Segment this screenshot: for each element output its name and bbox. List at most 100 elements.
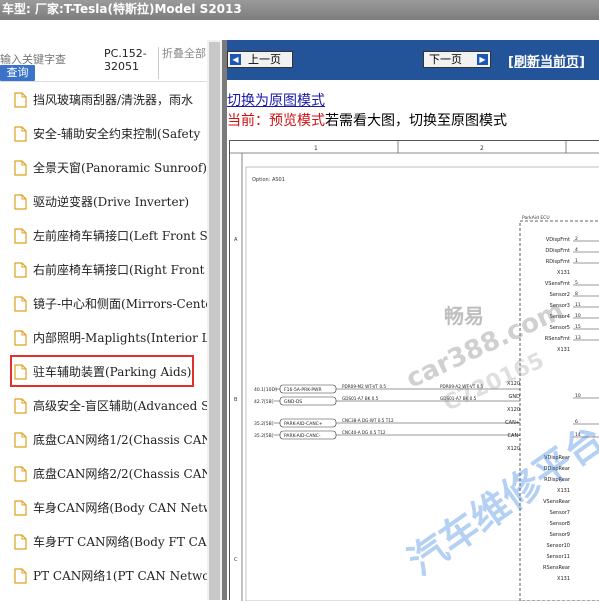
document-icon [14,92,27,108]
wire-ref: 40.1[10D] [254,387,277,393]
wire-label: CNC38-A DG-WT 0.5 T12 [342,418,394,423]
next-page-button[interactable]: 下一页 ▶ [423,51,491,68]
pin-name: DDispFmt [545,248,570,254]
option-label: Option: AS01 [252,177,285,183]
tree-item[interactable]: 内部照明-Maplights(Interior Li [0,322,207,355]
left-toolbar: 查询 PC.152-32051 折叠全部 [0,20,222,82]
tree-item-label: PT CAN网络1(PT CAN Network [33,569,207,583]
tree-item-label: 镜子-中心和侧面(Mirrors-Cente [33,297,207,311]
pin-name: CAN- [508,433,521,439]
document-icon [14,466,27,482]
pin-name: X131 [557,576,570,582]
switch-original-link[interactable]: 切换为原图模式 [227,90,325,110]
document-icon [14,432,27,448]
tree-item-label: 右前座椅车辆接口(Right Front [33,263,205,277]
pin-name: GND [509,394,521,400]
tree-item-label: 内部照明-Maplights(Interior Li [33,331,207,345]
tree-item[interactable]: 挡风玻璃雨刮器/清洗器，雨水 [0,84,207,117]
wire-box-label: GND-DS [284,399,302,405]
query-button[interactable]: 查询 [0,65,35,81]
document-icon [14,296,27,312]
column-label: 2 [480,145,484,152]
document-icon [14,534,27,550]
tree-item-label: 左前座椅车辆接口(Left Front S [33,229,207,243]
document-icon [14,126,27,142]
pin-name: Sensor8 [550,521,570,527]
pin-name: X131 [557,347,570,353]
tree-item[interactable]: 车身FT CAN网络(Body FT CA [0,526,207,559]
document-icon [14,228,27,244]
pin-name: Sensor10 [546,543,570,549]
wire-ref: 35.2[5B] [254,433,274,439]
tree-item-label: 全景天窗(Panoramic Sunroof) [33,161,207,175]
tree-item-label: 车身CAN网络(Body CAN Netw [33,501,207,515]
wire-label: CNC40-A DG 0.5 T12 [342,430,386,435]
wire-box-label: F16-5A-PRK-PWR [284,387,322,393]
selected-item-highlight [10,355,194,387]
window-title: 车型: 厂家:T-Tesla(特斯拉)Model S2013 [2,2,242,16]
tree-scrollbar-thumb[interactable] [209,42,220,600]
tree-item-label: 驱动逆变器(Drive Inverter) [33,195,190,209]
tree-item-label: 高级安全-盲区辅助(Advanced S [33,399,207,413]
arrow-left-icon: ◀ [230,54,241,65]
wire-label: PDR09-M2 WT-VT 0.5 [342,384,386,389]
preview-mode-hint: 若需看大图，切换至原图模式 [325,113,507,129]
document-icon [14,398,27,414]
tree-item-label: 底盘CAN网络1/2(Chassis CAN [33,433,207,447]
prev-page-label: 上一页 [248,53,281,66]
watermark-text: 畅易 [444,304,484,328]
document-icon [14,262,27,278]
tree-item-label: 底盘CAN网络2/2(Chassis CAN [33,467,207,481]
pin-name: RSensRear [543,565,571,571]
pin-name: X120 [507,407,520,413]
wire-label: GDS01-A7 BK 0.5 [342,396,379,401]
document-icon [14,568,27,584]
tree-item[interactable]: 左前座椅车辆接口(Left Front S [0,220,207,253]
preview-mode-label: 当前：预览模式 [227,113,325,129]
pin-name: Sensor11 [546,554,570,560]
tree-item[interactable]: 高级安全-盲区辅助(Advanced S [0,390,207,423]
tree-item[interactable]: 车身CAN网络(Body CAN Netw [0,492,207,525]
tree-item[interactable]: 右前座椅车辆接口(Right Front [0,254,207,287]
arrow-right-icon: ▶ [477,54,488,65]
pin-name: RDispFmt [546,259,570,265]
tree-item[interactable]: PT CAN网络1(PT CAN Network [0,560,207,593]
window-title-bar: 车型: 厂家:T-Tesla(特斯拉)Model S2013 [0,0,599,20]
fold-all-button[interactable]: 折叠全部 [162,47,207,60]
pc-code-label: PC.152-32051 [104,47,159,79]
pin-name: X120 [507,446,520,452]
viewer-nav-bar: ◀ 上一页 下一页 ▶ [刷新当前页] [227,40,599,80]
pin-name: RSensFmt [545,336,570,342]
pin-name: VDispFmt [546,237,570,243]
document-icon [14,160,27,176]
pin-name: Sensor7 [550,510,570,516]
ecu-label: ParkAid ECU [522,215,550,221]
column-label: 1 [314,145,318,152]
document-icon [14,330,27,346]
refresh-page-link[interactable]: [刷新当前页] [508,51,585,70]
tree-item-label: 安全-辅助安全约束控制(Safety [33,127,201,141]
pin-name: X131 [557,270,570,276]
preview-mode-notice: 当前：预览模式若需看大图，切换至原图模式 [227,110,507,130]
tree-item[interactable]: 驱动逆变器(Drive Inverter) [0,186,207,219]
tree-item-label: 挡风玻璃雨刮器/清洗器，雨水 [33,93,194,107]
row-label: A [234,237,238,243]
row-label: B [234,397,238,403]
wire-box-label: PARK-AID-CANC- [284,433,321,439]
tree-item-label: 车身FT CAN网络(Body FT CA [33,535,207,549]
tree-item[interactable]: 镜子-中心和侧面(Mirrors-Cente [0,288,207,321]
tree-item[interactable]: 安全-辅助安全约束控制(Safety [0,118,207,151]
document-icon [14,500,27,516]
wire-ref: 35.2[5B] [254,421,274,427]
next-page-label: 下一页 [429,53,462,66]
document-icon [14,194,27,210]
prev-page-button[interactable]: ◀ 上一页 [227,51,293,68]
tree-item[interactable]: 底盘CAN网络1/2(Chassis CAN [0,424,207,457]
pin-name: Sensor9 [550,532,570,538]
wire-ref: 42.7[5B] [254,399,274,405]
pin-name: VSensFmt [545,281,570,287]
wire-box-label: PARK-AID-CANC+ [284,421,323,427]
tree-item[interactable]: 全景天窗(Panoramic Sunroof) [0,152,207,185]
tree-item[interactable]: 底盘CAN网络2/2(Chassis CAN [0,458,207,491]
document-tree: 挡风玻璃雨刮器/清洗器，雨水 安全-辅助安全约束控制(Safety 全景天窗(Pan… [0,84,207,600]
